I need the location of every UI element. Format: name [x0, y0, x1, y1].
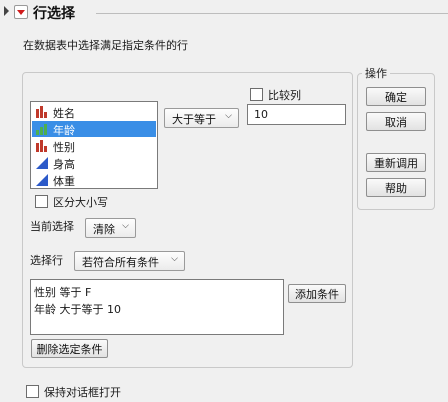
- column-label: 年龄: [53, 124, 75, 137]
- case-sensitive-label: 区分大小写: [53, 196, 108, 209]
- select-rows-label: 选择行: [30, 254, 63, 267]
- cancel-button[interactable]: 取消: [366, 112, 426, 131]
- chevron-down-icon: ⌵: [122, 221, 129, 231]
- chevron-down-icon: ⌵: [225, 111, 232, 121]
- condition-item[interactable]: 性别 等于 F: [34, 284, 91, 300]
- collapse-arrow-icon[interactable]: [14, 5, 28, 19]
- value-text: 10: [254, 108, 268, 121]
- column-list[interactable]: 姓名 年龄 性别 身高 体重: [30, 101, 158, 189]
- continuous-triangle-icon: [36, 157, 48, 169]
- keep-open-checkbox[interactable]: [26, 385, 39, 398]
- delete-condition-button[interactable]: 删除选定条件: [31, 339, 108, 358]
- condition-item[interactable]: 年龄 大于等于 10: [34, 301, 121, 317]
- chevron-down-icon: ⌵: [171, 254, 178, 264]
- column-label: 体重: [53, 175, 75, 188]
- column-label: 身高: [53, 158, 75, 171]
- title-divider: [96, 13, 448, 14]
- disclosure-triangle-icon[interactable]: [3, 5, 10, 17]
- select-rows-value: 若符合所有条件: [82, 256, 159, 269]
- column-label: 性别: [53, 141, 75, 154]
- help-button[interactable]: 帮助: [366, 178, 426, 197]
- conditions-list[interactable]: 性别 等于 F 年龄 大于等于 10: [30, 279, 284, 335]
- window-title: 行选择: [33, 6, 75, 22]
- column-item-sex[interactable]: 性别: [32, 138, 156, 154]
- value-input[interactable]: 10: [247, 104, 346, 125]
- column-item-age[interactable]: 年龄: [32, 121, 156, 137]
- add-condition-button[interactable]: 添加条件: [288, 284, 346, 303]
- nominal-bar-icon: [36, 140, 47, 152]
- current-selection-label: 当前选择: [30, 220, 74, 233]
- actions-legend: 操作: [362, 65, 390, 81]
- current-selection-dropdown[interactable]: 清除 ⌵: [85, 218, 136, 238]
- continuous-triangle-icon: [36, 174, 48, 186]
- column-item-weight[interactable]: 体重: [32, 172, 156, 188]
- current-selection-value: 清除: [93, 223, 115, 236]
- nominal-bar-icon: [36, 106, 47, 118]
- select-rows-dropdown[interactable]: 若符合所有条件 ⌵: [74, 251, 185, 271]
- ordinal-bar-icon: [36, 124, 47, 135]
- operator-value: 大于等于: [172, 113, 216, 126]
- operator-dropdown[interactable]: 大于等于 ⌵: [164, 108, 239, 128]
- ok-button[interactable]: 确定: [366, 87, 426, 106]
- column-item-name[interactable]: 姓名: [32, 104, 156, 120]
- keep-open-label: 保持对话框打开: [44, 386, 121, 399]
- recall-button[interactable]: 重新调用: [366, 153, 426, 172]
- case-sensitive-checkbox[interactable]: [35, 195, 48, 208]
- description-text: 在数据表中选择满足指定条件的行: [23, 39, 188, 52]
- compare-column-label: 比较列: [268, 89, 301, 102]
- compare-column-checkbox[interactable]: [250, 88, 263, 101]
- column-item-height[interactable]: 身高: [32, 155, 156, 171]
- column-label: 姓名: [53, 107, 75, 120]
